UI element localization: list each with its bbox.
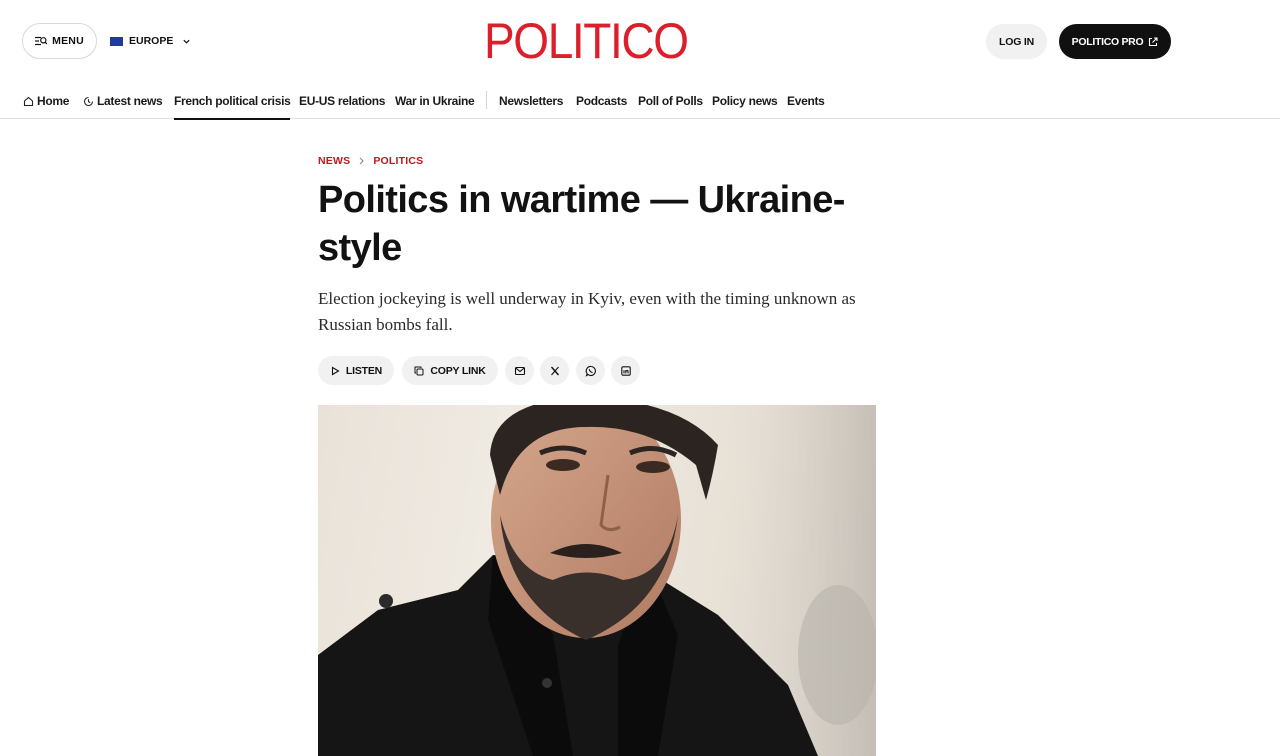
- nav-item-label: Policy news: [712, 94, 778, 108]
- breadcrumb-news[interactable]: NEWS: [318, 155, 350, 167]
- nav-item-podcasts[interactable]: Podcasts: [576, 92, 627, 110]
- nav-item-label: Events: [787, 94, 825, 108]
- politico-logo[interactable]: POLITICO: [484, 13, 692, 69]
- nav-item-label: Poll of Polls: [638, 94, 703, 108]
- share-email-button[interactable]: [505, 356, 534, 385]
- nav-item-label: Latest news: [97, 94, 163, 108]
- share-x-button[interactable]: [540, 356, 569, 385]
- login-button[interactable]: LOG IN: [986, 24, 1047, 59]
- nav-item-label: Newsletters: [499, 94, 564, 108]
- nav-divider: [486, 91, 487, 109]
- nav-item-label: Home: [37, 94, 70, 108]
- region-selector[interactable]: EUROPE: [110, 33, 191, 49]
- clock-icon: [83, 96, 94, 106]
- portrait-illustration: [318, 405, 876, 756]
- chevron-down-icon: [183, 39, 190, 44]
- nav-item-newsletters[interactable]: Newsletters: [499, 92, 563, 110]
- menu-search-icon: [35, 36, 48, 46]
- share-linkedin-button[interactable]: [611, 356, 640, 385]
- politico-pro-button[interactable]: POLITICO PRO: [1059, 24, 1171, 59]
- nav-item-home[interactable]: Home: [23, 92, 69, 110]
- breadcrumb: NEWS POLITICS: [318, 154, 423, 168]
- nav-item-label: War in Ukraine: [395, 94, 475, 108]
- x-icon: [550, 366, 559, 375]
- menu-button[interactable]: MENU: [22, 23, 97, 59]
- article-dek: Election jockeying is well underway in K…: [318, 289, 856, 334]
- copy-icon: [414, 366, 424, 375]
- menu-label: MENU: [52, 35, 84, 47]
- home-icon: [23, 96, 34, 106]
- nav-item-label: Podcasts: [576, 94, 627, 108]
- eu-flag-icon: [110, 36, 123, 46]
- region-label: EUROPE: [129, 35, 174, 47]
- politico-pro-label: POLITICO PRO: [1071, 35, 1144, 48]
- mail-icon: [514, 366, 525, 375]
- site-header: MENU EUROPE POLITICO LOG IN POLITICO PRO: [0, 0, 1280, 82]
- nav-item-french-political-crisis[interactable]: French political crisis: [174, 92, 291, 120]
- article-headline: Politics in wartime — Ukraine-style: [318, 179, 845, 269]
- nav-item-poll-of-polls[interactable]: Poll of Polls: [638, 92, 703, 110]
- main-nav: Home Latest news French political crisis…: [0, 82, 1280, 120]
- share-whatsapp-button[interactable]: [576, 356, 605, 385]
- listen-button[interactable]: LISTEN: [318, 356, 394, 385]
- nav-item-latest-news[interactable]: Latest news: [83, 92, 163, 110]
- external-link-icon: [1149, 36, 1158, 46]
- breadcrumb-politics[interactable]: POLITICS: [373, 155, 423, 167]
- play-icon: [331, 366, 340, 375]
- nav-item-events[interactable]: Events: [787, 92, 825, 110]
- nav-item-policy-news[interactable]: Policy news: [712, 92, 778, 110]
- whatsapp-icon: [584, 365, 596, 377]
- nav-item-war-in-ukraine[interactable]: War in Ukraine: [395, 92, 475, 110]
- nav-item-label: EU-US relations: [299, 94, 386, 108]
- nav-item-eu-us-relations[interactable]: EU-US relations: [299, 92, 385, 110]
- copy-link-button[interactable]: COPY LINK: [402, 356, 498, 385]
- article-lead-photo: [318, 405, 876, 756]
- listen-label: LISTEN: [345, 364, 383, 377]
- chevron-right-icon: [359, 157, 365, 165]
- copy-link-label: COPY LINK: [430, 364, 486, 377]
- nav-item-label: French political crisis: [174, 94, 291, 108]
- linkedin-icon: [620, 365, 631, 376]
